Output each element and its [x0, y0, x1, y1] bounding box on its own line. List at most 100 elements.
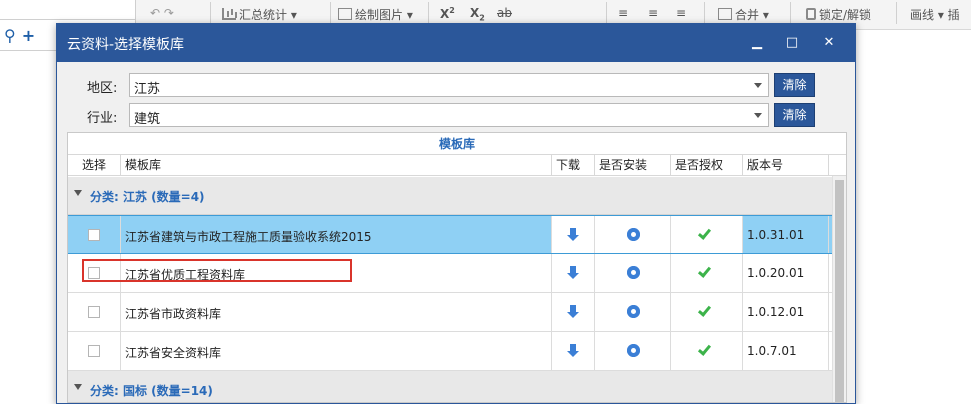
version-text: 1.0.20.01 — [747, 266, 805, 280]
lock-unlock-label: 锁定/解锁 — [819, 8, 872, 22]
lock-icon — [806, 8, 816, 20]
gear-icon[interactable] — [627, 266, 640, 279]
subscript-mark: 2 — [479, 13, 485, 23]
template-name: 江苏省建筑与市政工程施工质量验收系统2015 — [125, 230, 372, 244]
install-cell — [595, 293, 671, 331]
row-checkbox[interactable] — [88, 229, 100, 241]
merge-label: 合并 — [735, 8, 760, 22]
row-checkbox[interactable] — [88, 345, 100, 357]
strikethrough-button[interactable]: ab — [497, 6, 512, 20]
superscript-mark: 2 — [449, 6, 455, 15]
superscript-button[interactable]: X2 — [440, 6, 455, 21]
dialog-title: 云资料-选择模板库 — [67, 37, 185, 53]
download-icon[interactable] — [567, 344, 579, 358]
table-row[interactable]: 江苏省安全资料库 1.0.7.01 — [68, 332, 832, 371]
download-icon[interactable] — [567, 228, 579, 242]
dialog-titlebar[interactable]: 云资料-选择模板库 ▁ □ ✕ — [57, 24, 855, 62]
group-row-national[interactable]: 分类: 国标 (数量=14) — [68, 371, 832, 402]
draw-line-button[interactable]: 画线 ▾ 插 — [910, 6, 960, 23]
download-cell — [552, 332, 595, 370]
select-cell — [68, 332, 121, 370]
version-cell: 1.0.12.01 — [743, 293, 829, 331]
grid-scrollbar[interactable] — [832, 176, 846, 402]
toolbar-separator — [330, 2, 331, 24]
column-header-library[interactable]: 模板库 — [121, 155, 552, 176]
toolbar-separator — [790, 2, 791, 24]
industry-select[interactable]: 建筑 — [129, 103, 769, 127]
clear-industry-button[interactable]: 清除 — [774, 103, 815, 127]
subscript-label: X — [470, 6, 480, 20]
industry-value: 建筑 — [134, 112, 161, 127]
group-label: 分类: 国标 (数量=14) — [90, 384, 213, 398]
version-cell: 1.0.31.01 — [743, 216, 829, 253]
group-label: 分类: 江苏 (数量=4) — [90, 190, 205, 204]
row-checkbox[interactable] — [88, 306, 100, 318]
clear-region-button[interactable]: 清除 — [774, 73, 815, 97]
auth-cell — [671, 293, 743, 331]
industry-label: 行业: — [87, 111, 118, 126]
template-library-dialog: 云资料-选择模板库 ▁ □ ✕ 地区: 江苏 清除 行业: 建筑 清除 模板库 … — [56, 23, 856, 404]
install-cell — [595, 332, 671, 370]
collapse-caret-icon[interactable] — [74, 190, 82, 196]
align-right-icon[interactable]: ≡ — [676, 6, 686, 20]
download-cell — [552, 293, 595, 331]
toolbar-separator — [606, 2, 607, 24]
draw-image-button[interactable]: 绘制图片 ▾ — [338, 6, 413, 23]
toolbar-separator — [704, 2, 705, 24]
check-icon — [697, 303, 712, 317]
gear-icon[interactable] — [627, 228, 640, 241]
draw-image-label: 绘制图片 — [355, 8, 404, 22]
dialog-body: 地区: 江苏 清除 行业: 建筑 清除 模板库 选择 模板库 下载 是否安装 是… — [57, 62, 855, 403]
column-header-version[interactable]: 版本号 — [743, 155, 829, 176]
template-name: 江苏省安全资料库 — [125, 346, 222, 360]
highlight-box — [82, 259, 352, 282]
region-select[interactable]: 江苏 — [129, 73, 769, 97]
table-row[interactable]: 江苏省市政资料库 1.0.12.01 — [68, 293, 832, 332]
close-icon[interactable]: ✕ — [819, 33, 839, 53]
scrollbar-thumb[interactable] — [835, 180, 844, 402]
toolbar-separator — [896, 2, 897, 24]
gear-icon[interactable] — [627, 305, 640, 318]
merge-button[interactable]: 合并 ▾ — [718, 6, 769, 23]
download-icon[interactable] — [567, 266, 579, 280]
align-center-icon[interactable]: ≡ — [648, 6, 658, 20]
minimize-icon[interactable]: ▁ — [747, 33, 767, 53]
summary-stats-label: 汇总统计 — [239, 8, 288, 22]
select-cell — [68, 216, 121, 253]
summary-stats-button[interactable]: 汇总统计 ▾ — [222, 6, 297, 23]
version-cell: 1.0.20.01 — [743, 254, 829, 292]
check-icon — [697, 264, 712, 278]
auth-cell — [671, 216, 743, 253]
name-cell: 江苏省安全资料库 — [121, 332, 552, 370]
chevron-down-icon — [754, 113, 762, 118]
add-icon[interactable]: + — [22, 26, 35, 45]
gear-icon[interactable] — [627, 344, 640, 357]
left-panel-topstrip — [0, 0, 135, 20]
download-cell — [552, 216, 595, 253]
industry-filter-row: 行业: 建筑 清除 — [57, 103, 855, 127]
collapse-caret-icon[interactable] — [74, 384, 82, 390]
download-icon[interactable] — [567, 305, 579, 319]
subscript-button[interactable]: X2 — [470, 6, 485, 22]
column-header-authorized[interactable]: 是否授权 — [671, 155, 743, 176]
column-header-installed[interactable]: 是否安装 — [595, 155, 671, 176]
search-icon[interactable]: ⚲ — [4, 26, 16, 45]
lock-unlock-button[interactable]: 锁定/解锁 — [806, 6, 871, 23]
superscript-label: X — [440, 7, 450, 21]
align-left-icon[interactable]: ≡ — [618, 6, 628, 20]
table-row[interactable]: 江苏省建筑与市政工程施工质量验收系统2015 1.0.31.01 — [68, 215, 832, 254]
auth-cell — [671, 332, 743, 370]
column-header-download[interactable]: 下载 — [552, 155, 595, 176]
version-text: 1.0.12.01 — [747, 305, 805, 319]
maximize-icon[interactable]: □ — [782, 33, 802, 53]
left-panel-tools: ⚲ + — [4, 26, 41, 45]
column-header-select[interactable]: 选择 — [68, 155, 121, 176]
group-row-jiangsu[interactable]: 分类: 江苏 (数量=4) — [68, 177, 832, 215]
version-text: 1.0.7.01 — [747, 344, 797, 358]
name-cell: 江苏省市政资料库 — [121, 293, 552, 331]
auth-cell — [671, 254, 743, 292]
grid-caption: 模板库 — [68, 133, 846, 155]
merge-icon — [718, 8, 732, 20]
region-value: 江苏 — [134, 82, 161, 97]
undo-icon[interactable]: ↶ ↷ — [150, 6, 174, 20]
